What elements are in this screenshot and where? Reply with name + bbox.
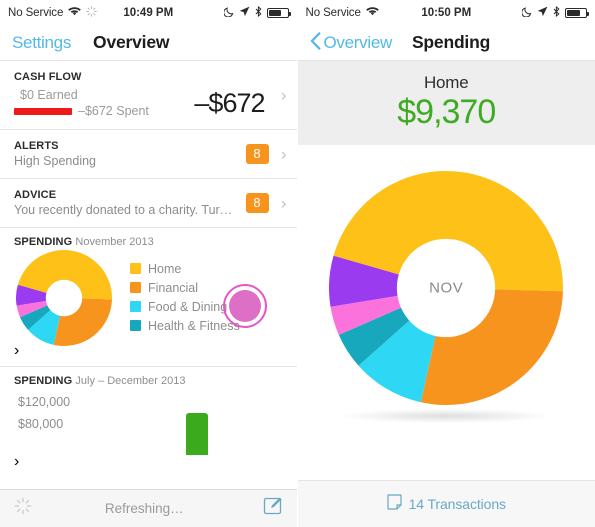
spending-month-period: November 2013 xyxy=(75,236,154,248)
legend-label: Financial xyxy=(148,280,199,295)
spending-range-row[interactable]: SPENDING July – December 2013 $120,000 $… xyxy=(0,367,297,471)
cash-flow-row[interactable]: CASH FLOW $0 Earned –$672 Spent –$672 › xyxy=(0,61,297,130)
spending-month-kicker: SPENDING November 2013 xyxy=(14,236,271,248)
location-arrow-icon xyxy=(239,6,250,20)
donut-center-label: NOV xyxy=(429,279,464,297)
status-right-group xyxy=(521,5,589,20)
advice-row[interactable]: ADVICE You recently donated to a charity… xyxy=(0,179,297,228)
advice-badge: 8 xyxy=(245,193,269,213)
status-bar-right: No Service 10:50 PM xyxy=(297,0,595,25)
dual-phone-screenshot: No Service 10:49 PM Settings Overview CA… xyxy=(0,0,595,527)
spending-range-kicker-label: SPENDING xyxy=(14,375,73,387)
status-left-group: No Service xyxy=(8,5,98,20)
carrier-label: No Service xyxy=(8,6,64,19)
chevron-right-icon: › xyxy=(280,144,287,164)
chevron-right-icon: › xyxy=(280,85,287,105)
y-axis-tick: $80,000 xyxy=(18,417,64,431)
legend-label: Home xyxy=(148,261,182,276)
page-title: Spending xyxy=(411,32,491,52)
nav-back-label: Overview xyxy=(323,32,393,52)
spending-range-period: July – December 2013 xyxy=(75,375,186,387)
cash-flow-kicker: CASH FLOW xyxy=(14,71,82,83)
legend-item: Financial xyxy=(130,281,240,295)
alerts-kicker: ALERTS xyxy=(14,140,59,152)
spending-range-bars: $120,000 $80,000 xyxy=(14,395,271,455)
transactions-button[interactable]: 14 Transactions xyxy=(297,480,595,527)
legend-swatch xyxy=(130,263,141,274)
spending-donut-mini[interactable] xyxy=(16,249,113,346)
earned-label: $0 Earned xyxy=(20,88,78,102)
legend-label: Health & Fitness xyxy=(148,318,240,333)
legend-item: Home xyxy=(130,262,240,276)
spending-month-kicker-label: SPENDING xyxy=(14,236,73,248)
bar-nov xyxy=(186,413,208,455)
bluetooth-icon xyxy=(553,5,560,20)
nav-bar-left: Settings Overview xyxy=(0,25,297,61)
battery-icon xyxy=(565,7,589,18)
donut-mini-svg xyxy=(16,249,113,346)
spending-legend: Home Financial Food & Dining Health & Fi… xyxy=(130,262,240,333)
nav-back-label: Settings xyxy=(12,32,72,52)
donut-shadow xyxy=(341,409,552,423)
carrier-label: No Service xyxy=(305,6,361,19)
category-selector-fill xyxy=(228,290,261,322)
refreshing-status-text: Refreshing… xyxy=(104,501,184,516)
location-arrow-icon xyxy=(537,6,548,20)
note-icon xyxy=(386,493,402,515)
activity-spinner-icon xyxy=(86,5,98,20)
legend-swatch xyxy=(130,282,141,293)
status-left-group: No Service xyxy=(306,6,379,19)
category-selector[interactable] xyxy=(222,284,267,328)
advice-kicker: ADVICE xyxy=(14,189,57,201)
legend-swatch xyxy=(130,320,141,331)
cash-flow-bars: $0 Earned –$672 Spent xyxy=(14,87,164,119)
moon-icon xyxy=(222,6,234,20)
overview-list: CASH FLOW $0 Earned –$672 Spent –$672 › … xyxy=(0,61,297,471)
y-axis-tick: $120,000 xyxy=(18,395,71,409)
alerts-row[interactable]: ALERTS High Spending 8 › xyxy=(0,130,297,179)
compose-icon[interactable] xyxy=(263,496,283,521)
wifi-icon xyxy=(365,6,379,19)
cash-flow-total: –$672 xyxy=(194,87,265,118)
phone-screen-overview: No Service 10:49 PM Settings Overview CA… xyxy=(0,0,297,527)
legend-item: Health & Fitness xyxy=(130,319,240,333)
moon-icon xyxy=(521,6,532,20)
cash-flow-earned-line: $0 Earned xyxy=(14,87,164,103)
cash-flow-body: $0 Earned –$672 Spent –$672 xyxy=(14,87,271,119)
page-title: Overview xyxy=(93,32,170,52)
transactions-label: 14 Transactions xyxy=(408,496,506,512)
overview-back-button[interactable]: Overview xyxy=(310,32,392,53)
wifi-icon xyxy=(68,6,82,19)
summary-category-label: Home xyxy=(423,73,469,92)
status-right-group xyxy=(222,5,291,20)
donut-stage: NOV xyxy=(297,145,595,475)
bluetooth-icon xyxy=(255,5,262,20)
phone-screen-spending: No Service 10:50 PM Overview Spending Ho… xyxy=(297,0,595,527)
status-bar-left: No Service 10:49 PM xyxy=(0,0,297,25)
summary-amount: $9,370 xyxy=(397,93,496,131)
alerts-subtitle: High Spending xyxy=(14,154,97,168)
nav-bar-right: Overview Spending xyxy=(297,25,595,61)
battery-icon xyxy=(266,7,291,18)
spent-label: –$672 Spent xyxy=(78,104,149,118)
spent-bar xyxy=(14,107,72,115)
chevron-right-icon: › xyxy=(14,453,20,470)
legend-label: Food & Dining xyxy=(148,299,228,314)
cash-flow-spent-line: –$672 Spent xyxy=(14,103,164,119)
legend-swatch xyxy=(130,301,141,312)
spending-summary-card: Home $9,370 xyxy=(297,61,595,155)
bottom-toolbar: Refreshing… xyxy=(0,489,297,527)
alerts-badge: 8 xyxy=(245,144,269,164)
advice-subtitle: You recently donated to a charity. Tur… xyxy=(14,203,233,217)
spending-range-kicker: SPENDING July – December 2013 xyxy=(14,375,271,387)
spending-month-row[interactable]: SPENDING November 2013 Home Financial Fo… xyxy=(0,228,297,367)
settings-back-button[interactable]: Settings xyxy=(12,33,71,53)
chevron-left-icon xyxy=(310,32,321,53)
chevron-right-icon: › xyxy=(280,193,287,213)
